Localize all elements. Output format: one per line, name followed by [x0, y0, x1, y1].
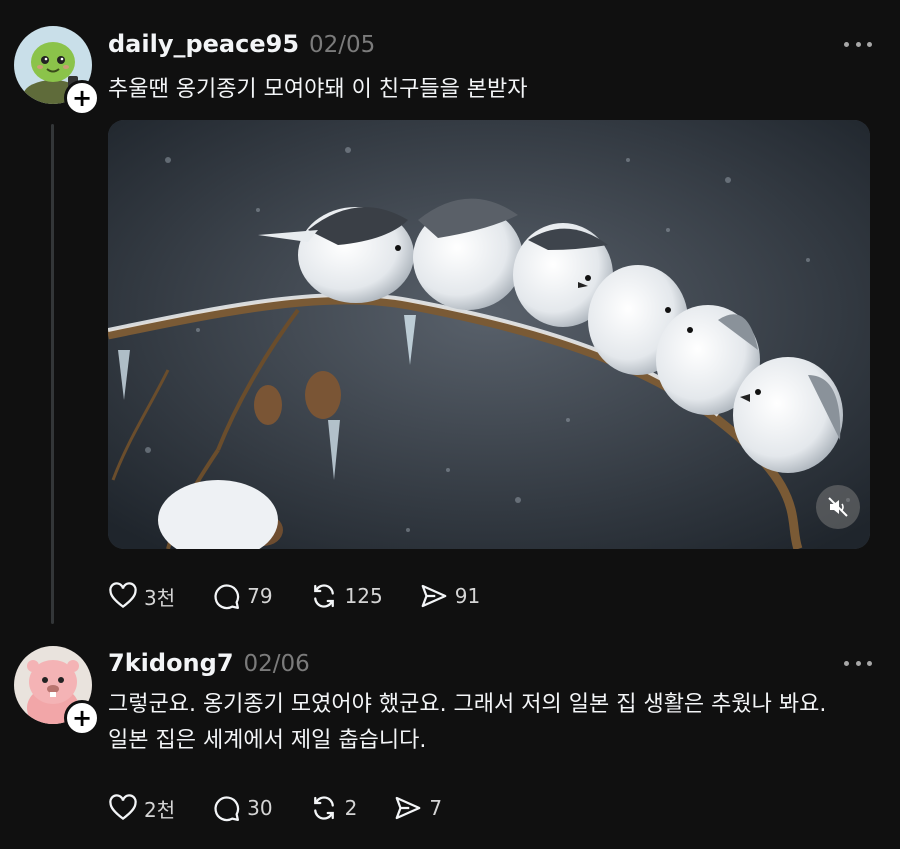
like-button[interactable]: 2천	[108, 790, 175, 826]
avatar[interactable]: +	[14, 646, 100, 736]
share-button[interactable]: 91	[419, 578, 480, 614]
like-button[interactable]: 3천	[108, 578, 175, 614]
comment-count: 79	[247, 584, 273, 608]
avatar[interactable]: +	[14, 26, 100, 116]
like-count: 3천	[144, 585, 176, 610]
comment-button[interactable]: 79	[211, 578, 273, 614]
share-count: 7	[429, 796, 443, 820]
post-text-line: 일본 집은 세계에서 제일 춥습니다.	[108, 728, 427, 753]
post-actions: 3천 79 125 91	[108, 578, 516, 614]
thread-line	[51, 124, 54, 624]
more-options-icon[interactable]	[844, 37, 872, 51]
post-text-line: 그렇군요. 옹기종기 모였어야 했군요. 그래서 저의 일본 집 생활은 추웠나…	[108, 692, 827, 717]
send-icon	[395, 796, 421, 820]
more-options-icon[interactable]	[844, 656, 872, 670]
repost-count: 125	[344, 584, 383, 608]
post-header: 7kidong7 02/06	[108, 649, 310, 689]
follow-plus-icon[interactable]: +	[64, 700, 100, 736]
repost-button[interactable]: 125	[309, 578, 383, 614]
repost-button[interactable]: 2	[309, 790, 358, 826]
username[interactable]: 7kidong7	[108, 649, 234, 677]
mute-toggle-button[interactable]	[816, 485, 860, 529]
follow-plus-icon[interactable]: +	[64, 80, 100, 116]
username[interactable]: daily_peace95	[108, 30, 299, 58]
post-video[interactable]	[108, 120, 870, 549]
repost-icon	[313, 796, 334, 820]
heart-icon	[109, 794, 137, 821]
comment-bubble-icon	[214, 584, 240, 610]
comment-button[interactable]: 30	[211, 790, 273, 826]
post-date: 02/06	[243, 651, 310, 677]
repost-icon	[313, 584, 334, 608]
send-icon	[421, 584, 447, 608]
comment-count: 30	[247, 796, 273, 820]
share-count: 91	[454, 584, 481, 608]
comment-bubble-icon	[214, 796, 240, 822]
post-date: 02/05	[309, 32, 376, 58]
heart-icon	[109, 582, 137, 609]
speaker-muted-icon	[828, 497, 848, 517]
post-text: 그렇군요. 옹기종기 모였어야 했군요. 그래서 저의 일본 집 생활은 추웠나…	[108, 687, 888, 759]
repost-count: 2	[344, 796, 358, 820]
like-count: 2천	[144, 797, 176, 822]
birds-on-snowy-branch-image	[108, 120, 870, 549]
post-header: daily_peace95 02/05	[108, 30, 375, 70]
reply-post: + 7kidong7 02/06 그렇군요. 옹기종기 모였어야 했군요. 그래…	[0, 632, 900, 849]
post-text: 추울땐 옹기종기 모여야돼 이 친구들을 본받자	[108, 77, 528, 102]
post: + daily_peace95 02/05 추울땐 옹기종기 모여야돼 이 친구…	[0, 0, 900, 630]
post-actions: 2천 30 2 7	[108, 790, 478, 826]
share-button[interactable]: 7	[393, 790, 442, 826]
